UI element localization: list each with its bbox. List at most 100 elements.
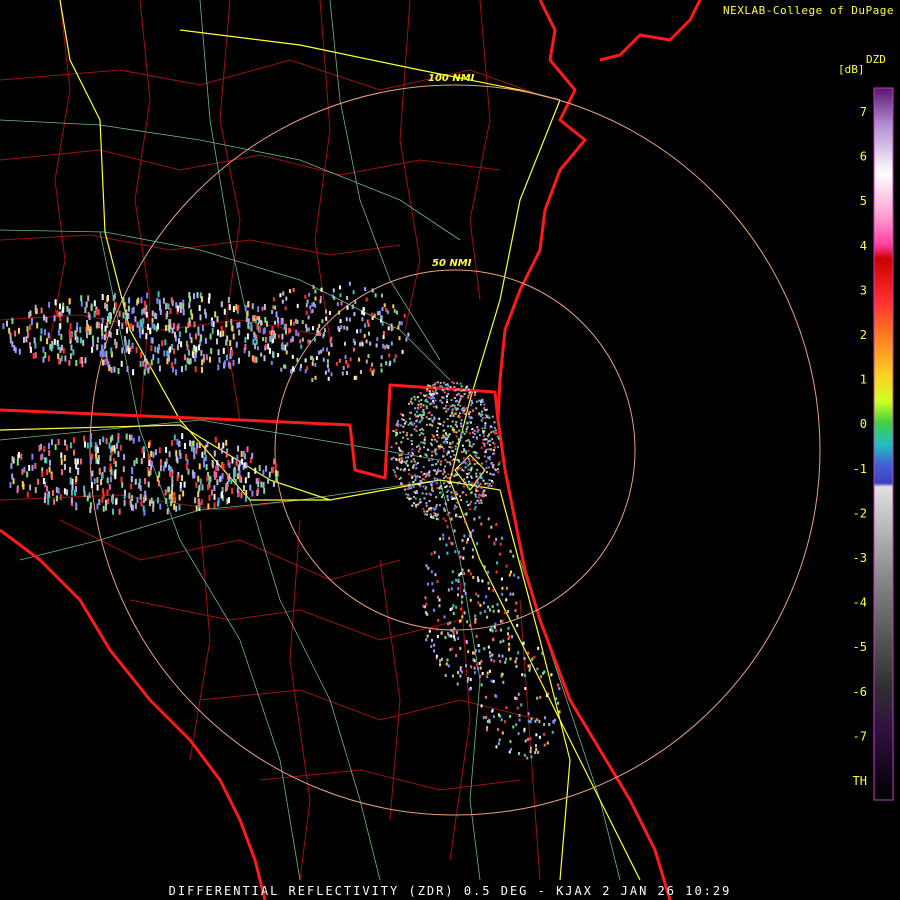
echo-cell [244,336,247,343]
echo-cell [484,451,487,454]
echo-cell [460,419,463,422]
echo-cell [44,492,47,499]
echo-cell [483,434,485,437]
echo-cell [120,476,123,483]
echo-cell [449,442,452,445]
echo-cell [383,303,386,308]
echo-cell [431,582,434,586]
echo-cell [356,329,359,334]
echo-cell [18,327,20,334]
echo-cell [471,431,474,434]
echo-cell [51,340,54,347]
echo-cell [381,307,384,311]
echo-cell [472,443,475,446]
echo-cell [466,407,469,409]
echo-cell [69,477,72,484]
echo-cell [29,310,32,317]
echo-cell [48,301,51,308]
echo-cell [156,475,159,482]
colorbar-tick-label: 2 [860,328,867,342]
echo-cell [454,550,457,554]
echo-cell [70,344,73,351]
echo-cell [199,314,202,321]
echo-cell [405,462,408,465]
echo-cell [32,353,35,359]
echo-cell [221,462,224,469]
echo-cell [543,723,546,726]
echo-cell [324,328,326,333]
echo-cell [449,414,452,417]
echo-cell [507,626,510,630]
echo-cell [461,615,464,619]
echo-cell [178,449,181,456]
echo-cell [114,302,117,309]
echo-cell [402,425,405,428]
echo-cell [421,427,423,430]
echo-cell [402,469,405,472]
echo-cell [426,634,429,638]
echo-cell [269,347,271,354]
echo-cell [469,411,472,414]
echo-cell [459,422,462,425]
echo-cell [361,317,364,322]
echo-cell [103,466,106,473]
echo-cell [492,466,495,469]
units-label: [dB] [838,63,865,76]
echo-cell [200,296,203,303]
echo-cell [488,416,491,419]
echo-cell [428,500,431,502]
echo-cell [142,360,145,367]
echo-cell [523,727,526,731]
echo-cell [333,296,336,301]
echo-cell [258,327,261,334]
echo-cell [40,454,43,461]
echo-cell [536,667,539,671]
echo-cell [463,485,465,488]
echo-cell [410,433,413,436]
echo-cell [458,461,460,463]
echo-cell [57,439,60,445]
echo-cell [488,448,491,451]
echo-cell [37,478,40,485]
echo-cell [448,482,451,485]
echo-cell [105,504,107,511]
echo-cell [469,394,471,397]
echo-cell [274,305,277,310]
echo-cell [338,310,341,315]
echo-cell [321,319,324,324]
echo-cell [96,336,99,343]
echo-cell [130,476,133,483]
echo-cell [442,407,445,410]
echo-cell [450,399,453,402]
echo-cell [437,422,440,425]
echo-cell [464,481,467,484]
echo-cell [501,592,504,596]
echo-cell [173,495,176,501]
echo-cell [535,733,538,737]
echo-cell [496,727,499,731]
echo-cell [518,718,521,722]
echo-cell [95,452,98,459]
echo-cell [205,354,208,361]
echo-cell [370,312,373,317]
echo-cell [142,505,145,512]
echo-cell [455,435,458,438]
echo-cell [376,337,379,342]
echo-cell [116,442,118,449]
echo-cell [59,303,61,310]
echo-cell [437,436,440,439]
echo-cell [418,400,421,403]
echo-cell [9,332,12,339]
echo-cell [361,342,364,347]
echo-cell [406,431,409,434]
echo-cell [121,347,124,354]
echo-cell [478,661,481,665]
echo-cell [11,317,14,324]
echo-cell [457,403,459,406]
echo-cell [555,697,558,701]
echo-cell [26,471,29,478]
echo-cell [198,305,201,312]
echo-cell [487,570,490,574]
echo-cell [489,654,492,658]
echo-cell [18,348,21,355]
